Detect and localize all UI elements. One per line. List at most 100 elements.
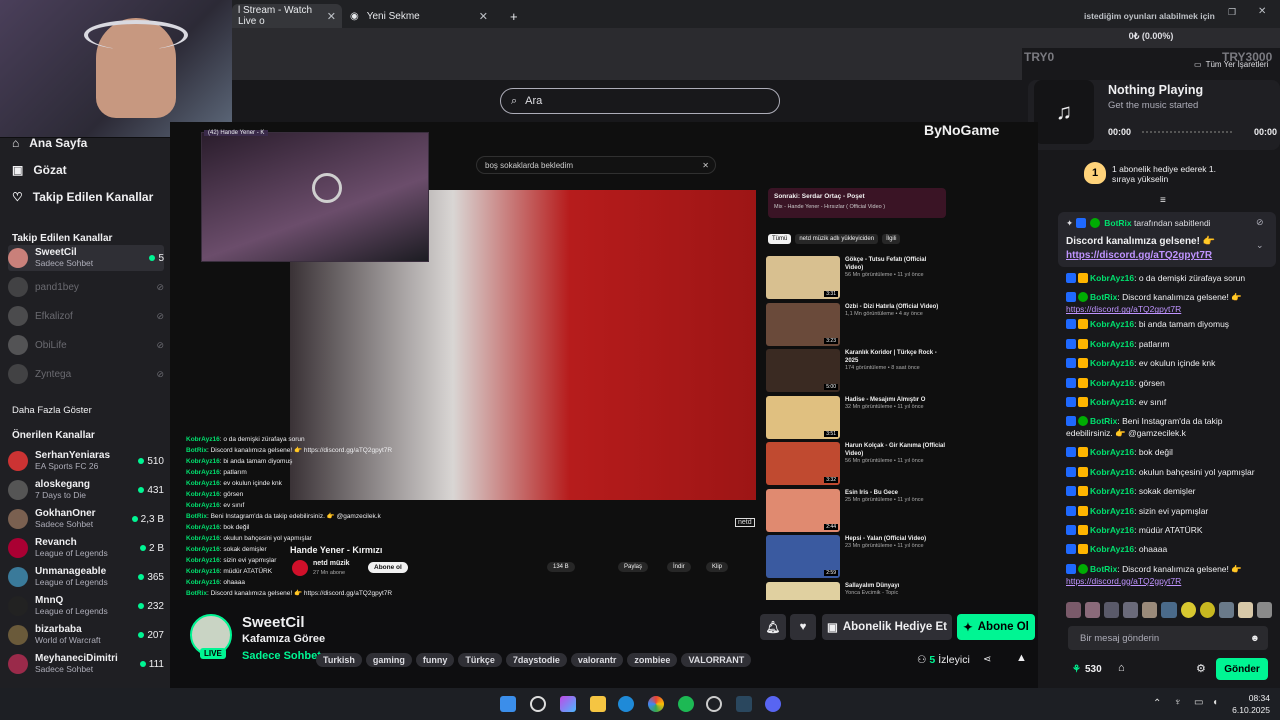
follow-heart-button[interactable]: ♥ [790, 614, 816, 640]
discord-icon[interactable] [765, 696, 781, 712]
sidebar-item-zyntega[interactable]: Zyntega ⊘ [8, 361, 164, 387]
tab-new[interactable]: ◉ Yeni Sekme ✕ [344, 4, 494, 28]
nav-home[interactable]: ⌂ Ana Sayfa [12, 136, 87, 150]
emote-icon[interactable] [1199, 602, 1215, 618]
sidebar-item-bizarbaba[interactable]: bizarbaba World of Warcraft 207 [8, 622, 164, 648]
sidebar-item-revanch[interactable]: Revanch League of Legends 2 B [8, 535, 164, 561]
file-explorer-icon[interactable] [590, 696, 606, 712]
sidebar-item-aloskegang[interactable]: aloskegang 7 Days to Die 431 [8, 477, 164, 503]
emote-icon[interactable] [1085, 602, 1101, 618]
chat-username[interactable]: KobrAyz16 [1090, 467, 1134, 477]
chat-link[interactable]: https://discord.gg/aTQ2gpyt7R [1066, 576, 1181, 586]
chat-username[interactable]: BotRix [1090, 416, 1117, 426]
clock-date[interactable]: 6.10.2025 [1226, 705, 1270, 715]
tray-chevron-up-icon[interactable]: ⌃ [1153, 698, 1161, 709]
chat-username[interactable]: KobrAyz16 [1090, 486, 1134, 496]
edge-icon[interactable] [618, 696, 634, 712]
emote-icon[interactable] [1142, 602, 1158, 618]
search-icon[interactable] [530, 696, 546, 712]
chat-username[interactable]: KobrAyz16 [1090, 525, 1134, 535]
chat-username[interactable]: KobrAyz16 [1090, 358, 1134, 368]
maximize-icon[interactable]: ❐ [1228, 7, 1236, 18]
chat-username[interactable]: KobrAyz16 [1090, 378, 1134, 388]
emote-icon[interactable] [1066, 602, 1082, 618]
close-tab-icon[interactable]: ✕ [327, 10, 336, 23]
mic-icon[interactable]: ♆ [1174, 697, 1182, 708]
notification-bell-button[interactable]: 🔔︎ [760, 614, 786, 640]
send-button[interactable]: Gönder [1216, 658, 1268, 680]
chevron-down-icon[interactable]: ⌄ [1256, 240, 1264, 251]
chat-username[interactable]: KobrAyz16 [1090, 397, 1134, 407]
new-tab-button[interactable]: + [504, 4, 524, 28]
sidebar-item-efkalizof[interactable]: Efkalizof ⊘ [8, 303, 164, 329]
chat-username[interactable]: BotRix [1090, 292, 1117, 302]
sidebar-item-obilife[interactable]: ObiLife ⊘ [8, 332, 164, 358]
nav-browse[interactable]: ▣ Gözat [12, 163, 67, 177]
channel-points[interactable]: ⚘ 530 [1072, 664, 1102, 675]
nav-following[interactable]: ♡ Takip Edilen Kanallar [12, 190, 153, 204]
music-seek-bar[interactable] [1142, 131, 1232, 134]
obs-icon[interactable] [706, 696, 722, 712]
tag[interactable]: valorantr [570, 653, 624, 667]
volume-icon[interactable]: ◖ [1212, 697, 1218, 708]
tag[interactable]: VALORRANT [681, 653, 752, 667]
expand-icon[interactable]: ≡ [1160, 195, 1166, 206]
tag[interactable]: Turkish [316, 653, 362, 667]
chat-username[interactable]: KobrAyz16 [1090, 319, 1134, 329]
unpin-icon[interactable]: ⊘ [1256, 217, 1264, 228]
sidebar-item-sweetcil[interactable]: SweetCil Sadece Sohbet 5 [8, 245, 164, 271]
emoji-icon[interactable]: ☻ [1250, 633, 1260, 644]
chat-input[interactable]: Bir mesaj gönderin ☻ [1068, 626, 1268, 650]
emote-icon[interactable] [1218, 602, 1234, 618]
pinned-link[interactable]: https://discord.gg/aTQ2gpyt7R [1066, 250, 1212, 261]
report-icon[interactable]: ▲ [1016, 652, 1027, 664]
chat-username[interactable]: KobrAyz16 [1090, 544, 1134, 554]
search-input[interactable]: ⌕ Ara [500, 88, 780, 114]
emote-icon[interactable] [1180, 602, 1196, 618]
emote-icon[interactable] [1237, 602, 1253, 618]
tag[interactable]: gaming [365, 653, 412, 667]
tag[interactable]: funny [415, 653, 455, 667]
sidebar-item-mnnq[interactable]: MnnQ League of Legends 232 [8, 593, 164, 619]
chat-username[interactable]: BotRix [1090, 564, 1117, 574]
spotify-icon[interactable] [678, 696, 694, 712]
emote-icon[interactable] [1123, 602, 1139, 618]
settings-gear-icon[interactable]: ⚙ [1196, 662, 1206, 675]
close-window-icon[interactable]: ✕ [1258, 6, 1266, 17]
tag[interactable]: zombiee [627, 653, 678, 667]
share-icon[interactable]: ⋖ [983, 654, 991, 665]
chat-link[interactable]: https://discord.gg/aTQ2gpyt7R [1066, 304, 1181, 314]
tab-stream[interactable]: l Stream - Watch Live o ✕ [232, 4, 342, 28]
chrome-icon[interactable] [648, 696, 664, 712]
channel-name: Zyntega [35, 368, 72, 380]
chat-username[interactable]: KobrAyz16 [1090, 447, 1134, 457]
bookmarks-bar[interactable]: ▭ Tüm Yer İşaretleri [1194, 60, 1268, 69]
sidebar-item-serhanyeniaras[interactable]: SerhanYeniaras EA Sports FC 26 510 [8, 448, 164, 474]
chat-username[interactable]: KobrAyz16 [1090, 506, 1134, 516]
emote-icon[interactable] [1104, 602, 1120, 618]
subscribe-button[interactable]: ✦ Abone Ol [957, 614, 1035, 640]
gift-sub-button[interactable]: ▣ Abonelik Hediye Et [822, 614, 952, 640]
emote-icon[interactable] [1256, 602, 1273, 618]
close-tab-icon[interactable]: ✕ [479, 10, 488, 23]
stream-category[interactable]: Sadece Sohbet [242, 650, 321, 662]
sidebar-item-gokhanoner[interactable]: GokhanOner Sadece Sohbet 2,3 B [8, 506, 164, 532]
tag[interactable]: Türkçe [458, 653, 502, 667]
pinned-link-text[interactable]: https://discord.gg/aTQ2gpyt7R [1066, 250, 1212, 261]
sidebar-item-meyhanecidimitri[interactable]: MeyhaneciDimitri Sadece Sohbet 111 [8, 651, 164, 677]
steam-icon[interactable] [736, 696, 752, 712]
chat-username[interactable]: KobrAyz16 [1090, 339, 1134, 349]
store-icon[interactable]: ⌂ [1118, 662, 1125, 674]
emote-icon[interactable] [1161, 602, 1177, 618]
windows-start-icon[interactable] [500, 696, 516, 712]
sidebar-item-unmanageable[interactable]: Unmanageable League of Legends 365 [8, 564, 164, 590]
network-icon[interactable]: ▭ [1194, 697, 1203, 708]
show-more-link[interactable]: Daha Fazla Göster [12, 405, 92, 416]
channel-name[interactable]: SweetCil [242, 614, 305, 631]
video-player[interactable]: boş sokaklarda bekledim ✕ netd Hande Yen… [170, 122, 1038, 600]
copilot-icon[interactable] [560, 696, 576, 712]
clock-time[interactable]: 08:34 [1234, 693, 1270, 703]
tag[interactable]: 7daystodie [505, 653, 567, 667]
chat-username[interactable]: KobrAyz16 [1090, 273, 1134, 283]
sidebar-item-pand1bey[interactable]: pand1bey ⊘ [8, 274, 164, 300]
